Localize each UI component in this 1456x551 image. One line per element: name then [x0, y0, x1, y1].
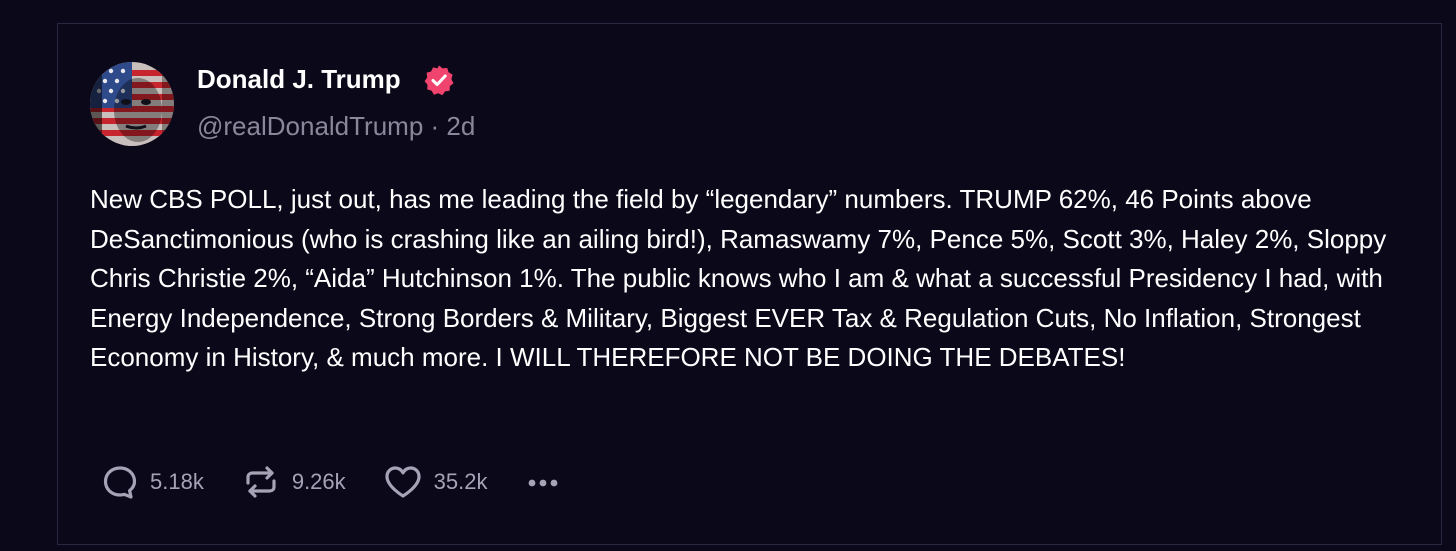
repost-count: 9.26k	[291, 469, 346, 494]
post-timestamp[interactable]: 2d	[446, 111, 475, 141]
post-body: New CBS POLL, just out, has me leading t…	[90, 184, 1387, 372]
post-actions: 5.18k 9.26k 35.2k	[100, 460, 563, 504]
like-count: 35.2k	[433, 469, 488, 494]
flag-painted-face-avatar-icon	[90, 62, 174, 146]
like-button[interactable]: 35.2k	[382, 462, 488, 502]
speech-bubble-icon	[103, 466, 137, 499]
author-name[interactable]: Donald J. Trump	[197, 64, 401, 95]
avatar[interactable]	[90, 62, 174, 146]
heart-icon	[385, 466, 421, 498]
meta-separator: ·	[423, 111, 447, 141]
reply-button[interactable]: 5.18k	[100, 462, 204, 502]
verified-badge-icon	[423, 64, 455, 96]
more-options-button[interactable]	[523, 462, 563, 502]
author-handle[interactable]: @realDonaldTrump	[197, 111, 423, 141]
author-meta: @realDonaldTrump · 2d	[197, 111, 475, 142]
repost-button[interactable]: 9.26k	[240, 462, 346, 502]
repost-arrows-icon	[246, 466, 276, 498]
more-dots-icon	[529, 479, 558, 487]
reply-count: 5.18k	[150, 469, 204, 494]
